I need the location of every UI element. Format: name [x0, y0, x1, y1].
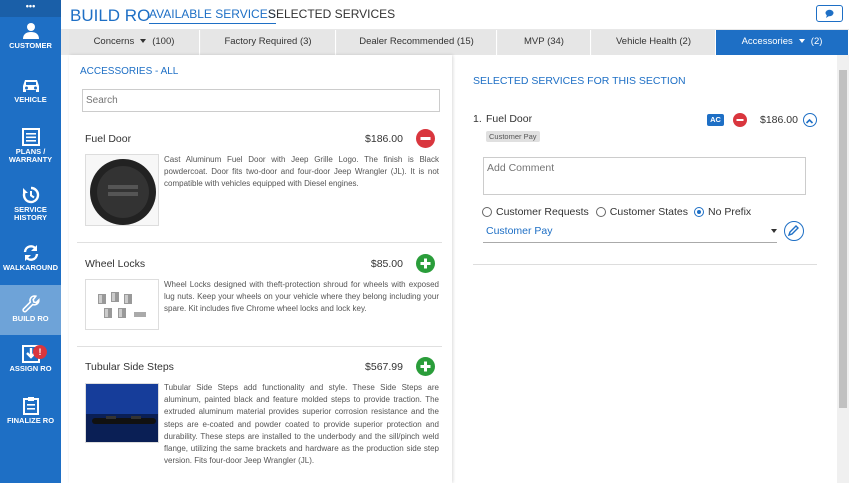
remove-button[interactable]	[416, 129, 435, 148]
radio-label: No Prefix	[708, 206, 752, 218]
tab-dealer-recommended[interactable]: Dealer Recommended (15)	[337, 30, 497, 55]
divider	[77, 346, 442, 347]
person-icon	[22, 23, 39, 39]
radio-customer-states[interactable]: Customer States	[595, 206, 688, 218]
pay-type-select[interactable]: Customer Pay	[483, 220, 777, 243]
divider	[77, 242, 442, 243]
item-name: Wheel Locks	[85, 258, 146, 270]
selected-item-index: 1.	[473, 113, 482, 125]
pay-type-value: Customer Pay	[486, 225, 553, 237]
minus-icon	[420, 137, 431, 140]
sidebar-item-plans-warranty[interactable]: PLANS / WARRANTY	[0, 128, 61, 178]
category-tabs: Concerns (100) Factory Required (3) Deale…	[61, 29, 849, 55]
sidebar-item-label: ASSIGN RO	[9, 364, 52, 373]
section-title: ACCESSORIES - ALL	[80, 66, 179, 77]
add-button[interactable]	[416, 254, 435, 273]
fuel-door-image	[90, 159, 156, 225]
plus-icon	[420, 361, 431, 372]
caret-down-icon	[140, 39, 147, 44]
pay-type-tag: Customer Pay	[486, 131, 540, 142]
accessories-panel: ACCESSORIES - ALL Fuel Door $186.00 Cast…	[69, 55, 452, 483]
radio-circle-icon	[595, 207, 606, 217]
radio-customer-requests[interactable]: Customer Requests	[482, 206, 589, 218]
tab-label: Accessories	[741, 36, 793, 47]
ac-badge: AC	[707, 114, 724, 126]
tab-label: Concerns	[93, 36, 135, 47]
refresh-icon	[23, 245, 38, 261]
divider	[473, 264, 817, 265]
product-image	[85, 383, 159, 443]
product-image	[85, 154, 159, 226]
tab-vehicle-health[interactable]: Vehicle Health (2)	[592, 30, 716, 55]
sidebar-item-label: FINALIZE RO	[6, 416, 55, 425]
sidebar-item-label: SERVICE HISTORY	[14, 205, 47, 222]
chevron-up-icon	[805, 118, 814, 124]
selected-item-price: $186.00	[760, 114, 798, 126]
radio-no-prefix[interactable]: No Prefix	[694, 206, 751, 218]
product-image	[85, 279, 159, 330]
scrollbar[interactable]	[837, 55, 849, 483]
tab-count: (2)	[810, 36, 823, 47]
sidebar-item-assign-ro[interactable]: ! ASSIGN RO	[0, 345, 61, 395]
pencil-icon	[787, 225, 799, 237]
radio-label: Customer States	[609, 206, 688, 218]
item-price: $567.99	[365, 361, 403, 373]
selected-section-title: SELECTED SERVICES FOR THIS SECTION	[473, 75, 686, 87]
sidebar-item-label: WALKAROUND	[3, 263, 58, 272]
radio-checked-icon	[694, 207, 704, 217]
item-description: Cast Aluminum Fuel Door with Jeep Grille…	[164, 155, 439, 189]
scrollbar-thumb[interactable]	[839, 70, 847, 408]
minus-icon	[736, 119, 744, 121]
sidebar-item-service-history[interactable]: SERVICE HISTORY	[0, 186, 61, 236]
sidebar-item-finalize-ro[interactable]: FINALIZE RO	[0, 397, 61, 447]
wrench-icon	[21, 295, 40, 313]
page-title: BUILD RO	[70, 6, 151, 25]
sidebar-item-label: BUILD RO	[12, 314, 49, 323]
add-button[interactable]	[416, 357, 435, 376]
chat-button[interactable]	[816, 5, 843, 22]
remove-selected-button[interactable]	[733, 113, 747, 127]
item-description: Wheel Locks designed with theft-protecti…	[164, 280, 439, 314]
tab-available-services[interactable]: AVAILABLE SERVICES	[149, 7, 276, 24]
chat-bubble-icon	[825, 9, 834, 18]
sidebar-item-label: CUSTOMER	[9, 41, 52, 50]
side-steps-image	[86, 384, 158, 442]
caret-down-icon	[798, 39, 805, 44]
item-name: Tubular Side Steps	[85, 361, 174, 373]
item-description: Tubular Side Steps add functionality and…	[164, 383, 439, 466]
sidebar-item-label: PLANS / WARRANTY	[8, 147, 53, 164]
sidebar-item-label: VEHICLE	[14, 95, 47, 104]
sidebar-item-customer[interactable]: CUSTOMER	[0, 22, 61, 72]
clipboard-icon	[22, 397, 39, 415]
selected-item-name: Fuel Door	[486, 113, 533, 125]
prefix-radio-group: Customer Requests Customer States No Pre…	[482, 206, 751, 218]
sidebar-item-build-ro[interactable]: BUILD RO	[0, 285, 61, 335]
car-icon	[22, 80, 39, 92]
tab-concerns[interactable]: Concerns (100)	[69, 30, 200, 55]
item-price: $186.00	[365, 133, 403, 145]
more-menu-button[interactable]: •••	[0, 0, 61, 17]
caret-down-icon	[771, 229, 777, 233]
item-name: Fuel Door	[85, 133, 132, 145]
tab-count: (100)	[152, 36, 175, 47]
tab-selected-services[interactable]: SELECTED SERVICES	[268, 7, 395, 21]
header: BUILD RO AVAILABLE SERVICES SELECTED SER…	[61, 0, 849, 29]
item-price: $85.00	[370, 258, 403, 270]
tab-mvp[interactable]: MVP (34)	[498, 30, 591, 55]
sidebar-item-vehicle[interactable]: VEHICLE	[0, 76, 61, 126]
sidebar-nav: ••• CUSTOMER VEHICLE PLANS / WARRANTY SE…	[0, 0, 61, 483]
comment-field[interactable]	[483, 157, 806, 195]
wheel-locks-image	[98, 292, 146, 318]
tab-accessories[interactable]: Accessories (2)	[716, 30, 849, 55]
notification-badge: !	[33, 345, 47, 359]
edit-button[interactable]	[784, 221, 804, 241]
collapse-button[interactable]	[803, 113, 817, 127]
radio-label: Customer Requests	[496, 206, 589, 218]
tab-factory-required[interactable]: Factory Required (3)	[201, 30, 336, 55]
history-icon	[22, 186, 39, 204]
list-icon	[21, 128, 40, 146]
search-input[interactable]	[82, 89, 440, 112]
plus-icon	[420, 258, 431, 269]
radio-circle-icon	[482, 207, 492, 217]
